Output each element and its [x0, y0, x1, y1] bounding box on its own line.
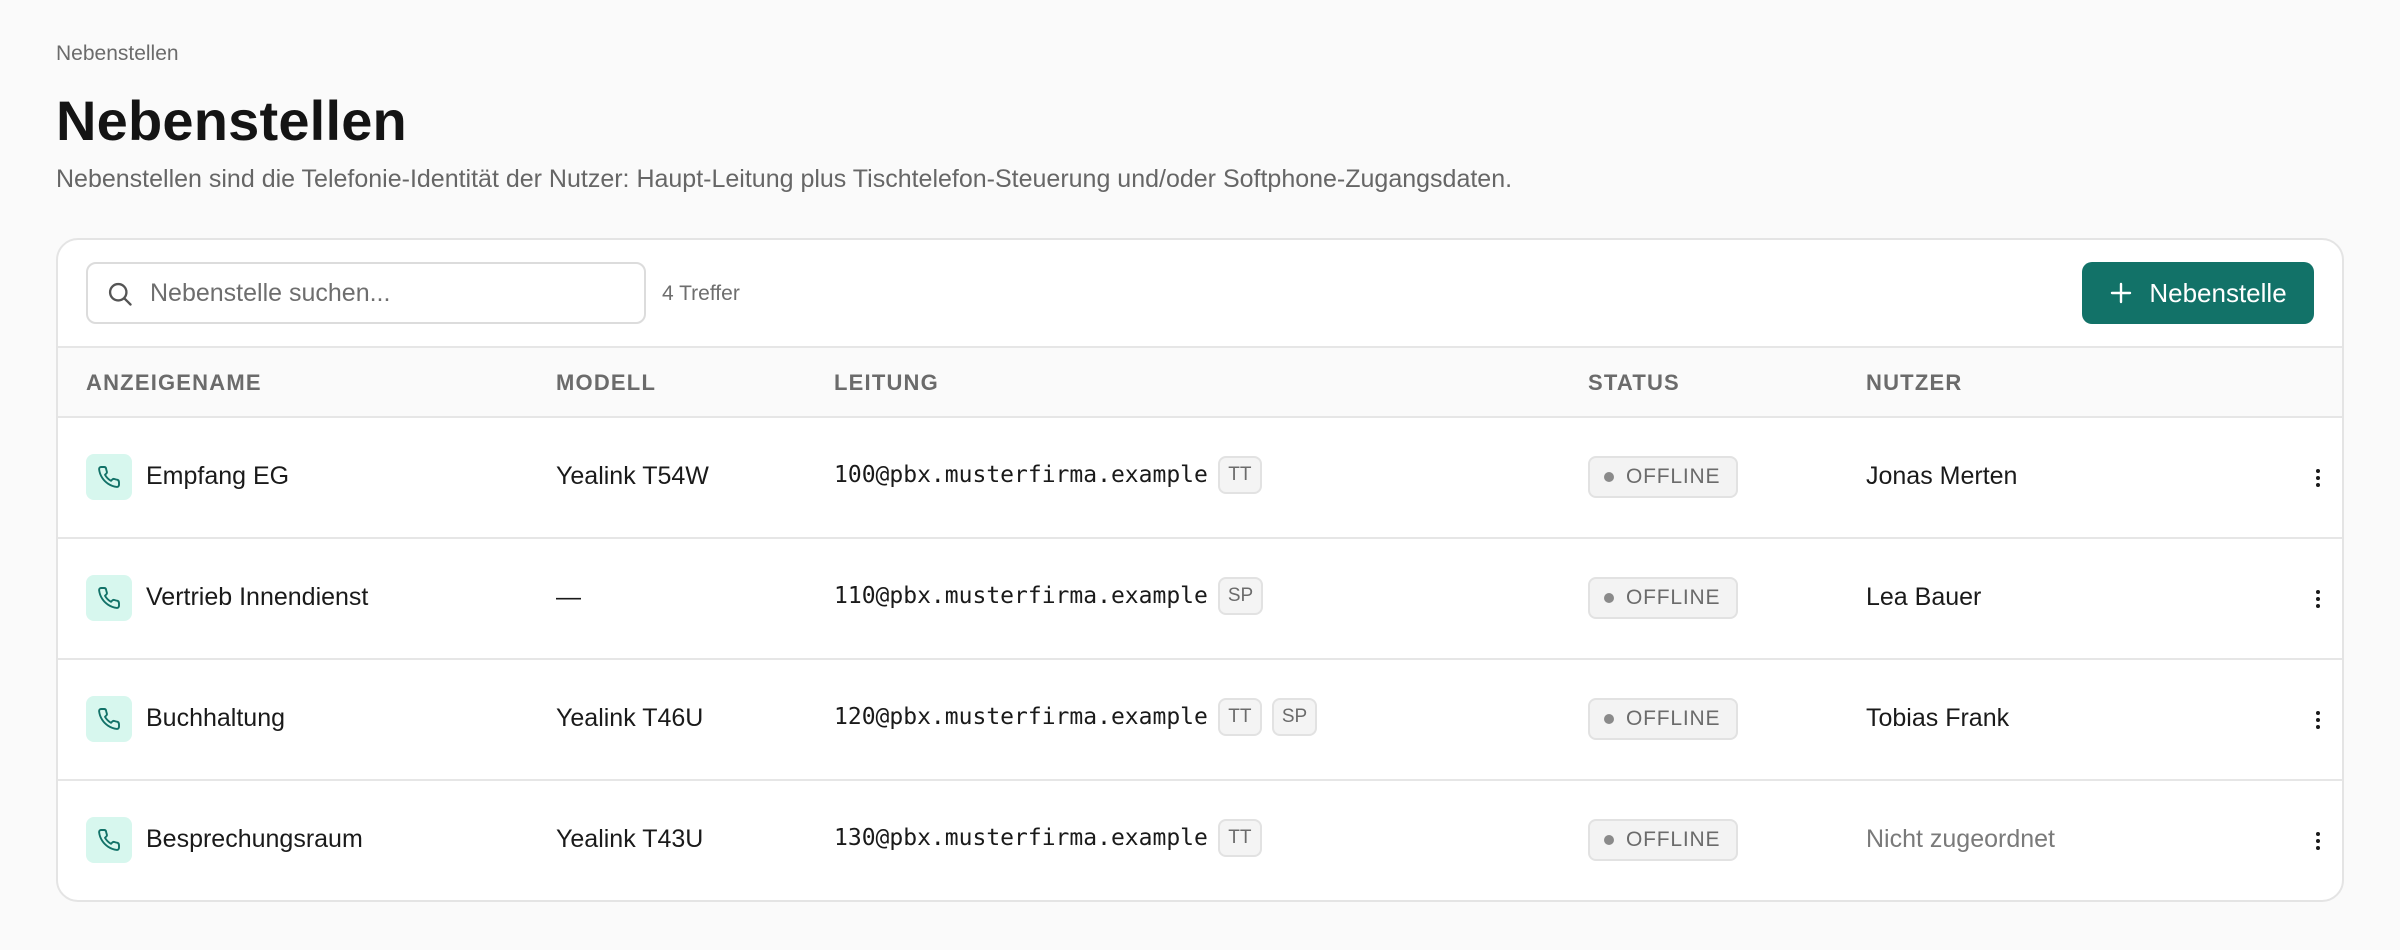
line-type-tag: TT	[1217, 698, 1262, 736]
table-body: Empfang EG Yealink T54W 100@pbx.musterfi…	[58, 418, 2342, 900]
column-header-user[interactable]: NUTZER	[1866, 370, 1962, 396]
page: Nebenstellen Nebenstellen Nebenstellen s…	[0, 0, 2400, 950]
row-menu-button[interactable]	[2298, 700, 2338, 740]
status-badge: OFFLINE	[1588, 819, 1739, 861]
extension-user: Lea Bauer	[1866, 583, 1982, 611]
result-count: 4 Treffer	[662, 282, 740, 305]
phone-icon	[98, 466, 120, 488]
row-menu-button[interactable]	[2298, 458, 2338, 498]
table-row[interactable]: Empfang EG Yealink T54W 100@pbx.musterfi…	[58, 418, 2342, 539]
table-header: ANZEIGENAME MODELL LEITUNG STATUS NUTZER	[58, 348, 2342, 418]
extension-line: 100@pbx.musterfirma.example TT	[834, 456, 1262, 494]
status-dot	[1604, 472, 1614, 482]
phone-icon	[98, 587, 120, 609]
phone-icon-badge	[86, 696, 132, 742]
line-type-tag: SP	[1271, 698, 1318, 736]
search-icon	[108, 282, 132, 306]
column-header-line[interactable]: LEITUNG	[834, 370, 939, 396]
extension-user: Jonas Merten	[1866, 462, 2018, 490]
status-text: OFFLINE	[1626, 465, 1721, 488]
status-text: OFFLINE	[1626, 586, 1721, 609]
extension-model: Yealink T54W	[556, 462, 709, 490]
status-dot	[1604, 593, 1614, 603]
extension-name[interactable]: Empfang EG	[146, 462, 289, 491]
extension-line: 120@pbx.musterfirma.example TT SP	[834, 698, 1318, 736]
column-header-model[interactable]: MODELL	[556, 370, 656, 396]
status-dot	[1604, 714, 1614, 724]
row-menu-button[interactable]	[2298, 579, 2338, 619]
extension-model: Yealink T46U	[556, 704, 704, 732]
extension-name[interactable]: Besprechungsraum	[146, 825, 363, 854]
add-extension-button[interactable]: Nebenstelle	[2082, 262, 2314, 324]
table-row[interactable]: Buchhaltung Yealink T46U 120@pbx.musterf…	[58, 660, 2342, 781]
phone-icon	[98, 708, 120, 730]
extension-line: 110@pbx.musterfirma.example SP	[834, 577, 1264, 615]
more-vertical-icon	[2316, 711, 2320, 729]
extension-name[interactable]: Vertrieb Innendienst	[146, 583, 368, 612]
extensions-card: 4 Treffer Nebenstelle ANZEIGENAME MODELL…	[56, 238, 2344, 902]
add-extension-label: Nebenstelle	[2149, 277, 2287, 308]
more-vertical-icon	[2316, 469, 2320, 487]
line-type-tag: SP	[1217, 577, 1264, 615]
more-vertical-icon	[2316, 832, 2320, 850]
status-text: OFFLINE	[1626, 828, 1721, 851]
line-address: 120@pbx.musterfirma.example	[834, 704, 1208, 730]
table-row[interactable]: Besprechungsraum Yealink T43U 130@pbx.mu…	[58, 781, 2342, 900]
toolbar: 4 Treffer Nebenstelle	[58, 240, 2342, 348]
breadcrumb[interactable]: Nebenstellen	[56, 42, 179, 66]
line-address: 110@pbx.musterfirma.example	[834, 583, 1208, 609]
status-badge: OFFLINE	[1588, 577, 1739, 619]
more-vertical-icon	[2316, 590, 2320, 608]
line-type-tag: TT	[1217, 456, 1262, 494]
extension-line: 130@pbx.musterfirma.example TT	[834, 819, 1262, 857]
search-input[interactable]	[150, 264, 630, 322]
line-address: 130@pbx.musterfirma.example	[834, 825, 1208, 851]
status-dot	[1604, 835, 1614, 845]
page-description: Nebenstellen sind die Telefonie-Identitä…	[56, 165, 1513, 193]
page-title: Nebenstellen	[56, 89, 407, 152]
plus-icon	[2111, 282, 2132, 304]
column-header-status[interactable]: STATUS	[1588, 370, 1680, 396]
row-menu-button[interactable]	[2298, 821, 2338, 861]
search-box[interactable]	[86, 262, 646, 324]
status-badge: OFFLINE	[1588, 456, 1739, 498]
extension-user: Tobias Frank	[1866, 704, 2010, 732]
line-type-tag: TT	[1217, 819, 1262, 857]
extension-user: Nicht zugeordnet	[1866, 825, 2056, 853]
phone-icon-badge	[86, 454, 132, 500]
extension-model: —	[556, 583, 581, 611]
column-header-name[interactable]: ANZEIGENAME	[86, 370, 262, 396]
phone-icon	[98, 829, 120, 851]
table-row[interactable]: Vertrieb Innendienst — 110@pbx.musterfir…	[58, 539, 2342, 660]
extension-model: Yealink T43U	[556, 825, 704, 853]
line-address: 100@pbx.musterfirma.example	[834, 462, 1208, 488]
status-text: OFFLINE	[1626, 707, 1721, 730]
phone-icon-badge	[86, 817, 132, 863]
status-badge: OFFLINE	[1588, 698, 1739, 740]
phone-icon-badge	[86, 575, 132, 621]
extension-name[interactable]: Buchhaltung	[146, 704, 285, 733]
